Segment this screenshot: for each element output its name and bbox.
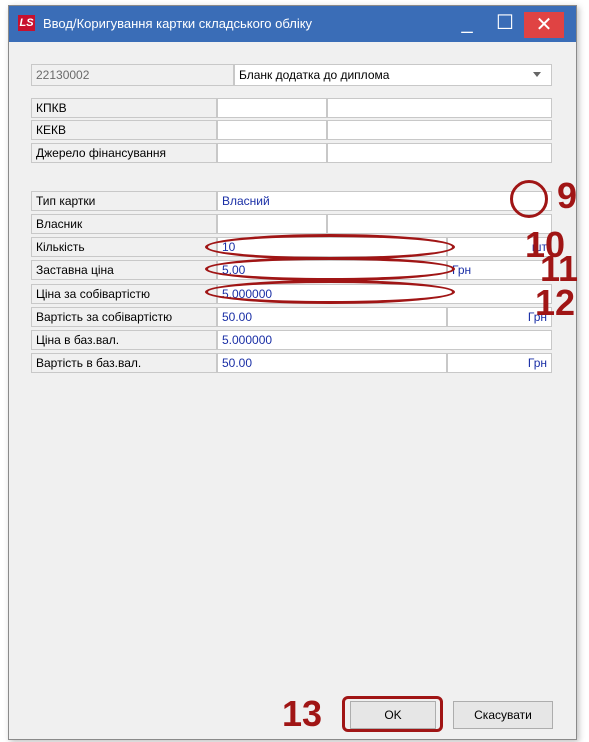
chevron-down-icon[interactable] [533,72,541,77]
annotation-ellipse-12 [205,280,455,304]
owner-name-field[interactable] [327,214,552,234]
maximize-button[interactable]: ☐ [485,6,525,42]
pledge-price-label: Заставна ціна [31,260,217,280]
base-value-label: Вартість в баз.вал. [31,353,217,373]
base-value-unit: Грн [447,353,552,373]
annotation-ellipse-11 [205,257,455,281]
owner-field[interactable] [217,214,327,234]
owner-label: Власник [31,214,217,234]
kekv-name-field[interactable] [327,120,552,140]
item-code-field[interactable]: 22130002 [31,64,234,86]
funding-source-field[interactable] [217,143,327,163]
app-logo-icon: LS [18,15,35,31]
kekv-field[interactable] [217,120,327,140]
cost-price-label: Ціна за собівартістю [31,284,217,304]
cancel-button[interactable]: Скасувати [453,701,553,729]
annotation-circle-9 [510,180,548,218]
funding-source-name-field[interactable] [327,143,552,163]
base-price-label: Ціна в баз.вал. [31,330,217,350]
item-name-select[interactable]: Бланк додатка до диплома [234,64,552,86]
annotation-label-12: 12 [535,282,576,323]
ok-button[interactable]: OK [350,701,436,729]
base-value-field[interactable]: 50.00 [217,353,447,373]
annotation-label-9: 9 [557,175,578,216]
close-button[interactable]: ✕ [524,12,564,38]
quantity-label: Кількість [31,237,217,257]
title-bar[interactable]: LS Ввод/Коригування картки складського о… [9,6,576,42]
base-price-field[interactable]: 5.000000 [217,330,552,350]
cost-value-field[interactable]: 50.00 [217,307,447,327]
kpkv-label: КПКВ [31,98,217,118]
annotation-label-13: 13 [282,693,323,734]
kpkv-field[interactable] [217,98,327,118]
card-type-field[interactable]: Власний [217,191,552,211]
kekv-label: КЕКВ [31,120,217,140]
minimize-button[interactable]: _ [447,6,487,42]
cost-value-label: Вартість за собівартістю [31,307,217,327]
window-title: Ввод/Коригування картки складського облі… [43,16,313,31]
item-name-value: Бланк додатка до диплома [239,68,390,82]
kpkv-name-field[interactable] [327,98,552,118]
card-type-label: Тип картки [31,191,217,211]
funding-source-label: Джерело фінансування [31,143,217,163]
